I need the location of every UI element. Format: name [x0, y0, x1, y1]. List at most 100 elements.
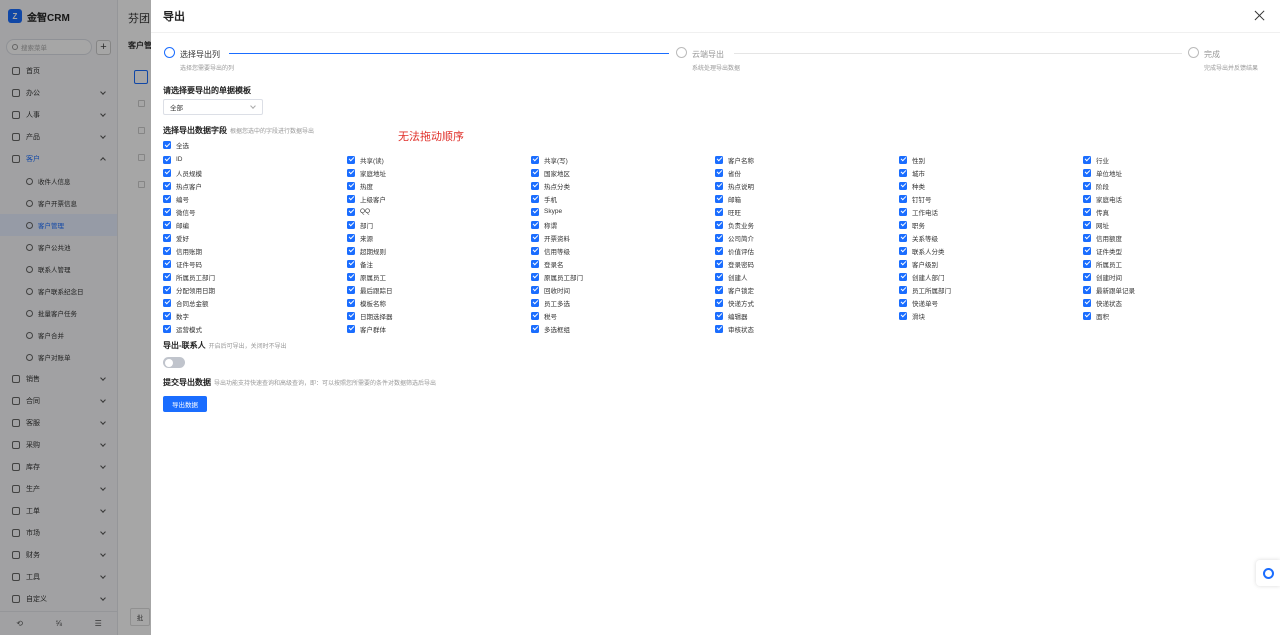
export-field-checkbox[interactable]: 行业: [1083, 153, 1267, 166]
export-field-checkbox[interactable]: 员工所属部门: [899, 283, 1083, 296]
export-field-checkbox[interactable]: 创建时间: [1083, 270, 1267, 283]
export-field-checkbox[interactable]: 滑块: [899, 309, 1083, 322]
export-field-checkbox[interactable]: 最新跟单记录: [1083, 283, 1267, 296]
export-field-checkbox[interactable]: 原属员工: [347, 270, 531, 283]
export-field-checkbox[interactable]: 热点客户: [163, 179, 347, 192]
export-field-checkbox[interactable]: 信用额度: [1083, 231, 1267, 244]
export-field-checkbox[interactable]: 超期规则: [347, 244, 531, 257]
export-field-checkbox[interactable]: 关系等级: [899, 231, 1083, 244]
export-field-checkbox[interactable]: 工作电话: [899, 205, 1083, 218]
export-contacts-toggle[interactable]: [163, 357, 185, 368]
export-field-checkbox[interactable]: 快递单号: [899, 296, 1083, 309]
export-field-checkbox[interactable]: 负责业务: [715, 218, 899, 231]
export-field-checkbox[interactable]: QQ: [347, 205, 531, 218]
export-field-checkbox[interactable]: 信用等级: [531, 244, 715, 257]
export-field-checkbox[interactable]: 客户级别: [899, 257, 1083, 270]
template-select[interactable]: 全部: [163, 99, 263, 115]
export-field-checkbox[interactable]: 国家地区: [531, 166, 715, 179]
export-field-checkbox[interactable]: 原属员工部门: [531, 270, 715, 283]
export-field-checkbox[interactable]: 员工多选: [531, 296, 715, 309]
export-field-checkbox[interactable]: 审核状态: [715, 322, 899, 335]
export-field-checkbox[interactable]: 家庭地址: [347, 166, 531, 179]
export-field-checkbox[interactable]: 热点说明: [715, 179, 899, 192]
export-field-checkbox[interactable]: 单位地址: [1083, 166, 1267, 179]
export-field-checkbox[interactable]: 日期选择器: [347, 309, 531, 322]
export-field-checkbox[interactable]: 邮箱: [715, 192, 899, 205]
checkbox-checked-icon: [347, 298, 355, 307]
floating-assistant-button[interactable]: [1256, 560, 1280, 586]
export-field-checkbox[interactable]: 种类: [899, 179, 1083, 192]
export-field-checkbox[interactable]: 信用账期: [163, 244, 347, 257]
export-field-checkbox[interactable]: 税号: [531, 309, 715, 322]
export-field-checkbox[interactable]: Skype: [531, 205, 715, 218]
checkbox-checked-icon: [531, 233, 539, 242]
export-field-checkbox[interactable]: 证件类型: [1083, 244, 1267, 257]
export-field-checkbox[interactable]: 开票资料: [531, 231, 715, 244]
export-field-checkbox[interactable]: 爱好: [163, 231, 347, 244]
export-field-label: 创建人: [728, 274, 748, 282]
export-field-checkbox[interactable]: 部门: [347, 218, 531, 231]
export-field-checkbox[interactable]: 快递方式: [715, 296, 899, 309]
export-field-checkbox[interactable]: 多选框组: [531, 322, 715, 335]
export-field-checkbox[interactable]: 所属员工部门: [163, 270, 347, 283]
export-field-checkbox[interactable]: 职务: [899, 218, 1083, 231]
export-field-checkbox[interactable]: 城市: [899, 166, 1083, 179]
checkbox-checked-icon: [531, 220, 539, 229]
export-field-checkbox[interactable]: 证件号码: [163, 257, 347, 270]
close-icon[interactable]: [1254, 10, 1266, 22]
export-field-checkbox[interactable]: 阶段: [1083, 179, 1267, 192]
export-field-checkbox[interactable]: 运营模式: [163, 322, 347, 335]
export-field-checkbox[interactable]: 网址: [1083, 218, 1267, 231]
export-field-checkbox[interactable]: 模板名称: [347, 296, 531, 309]
export-field-checkbox[interactable]: 性别: [899, 153, 1083, 166]
export-field-checkbox[interactable]: 家庭电话: [1083, 192, 1267, 205]
export-field-checkbox[interactable]: 价值评估: [715, 244, 899, 257]
export-field-checkbox[interactable]: 热点分类: [531, 179, 715, 192]
export-field-checkbox[interactable]: 旺旺: [715, 205, 899, 218]
export-field-checkbox[interactable]: ID: [163, 153, 347, 166]
select-all-checkbox[interactable]: 全选: [163, 140, 189, 150]
export-field-checkbox[interactable]: 客户锁定: [715, 283, 899, 296]
export-field-checkbox[interactable]: 客户群体: [347, 322, 531, 335]
export-field-checkbox[interactable]: 称谓: [531, 218, 715, 231]
export-field-checkbox[interactable]: 合同总金额: [163, 296, 347, 309]
export-field-checkbox[interactable]: 共享(读): [347, 153, 531, 166]
export-field-checkbox[interactable]: 分配领用日期: [163, 283, 347, 296]
export-field-checkbox[interactable]: 热度: [347, 179, 531, 192]
export-field-checkbox[interactable]: 省份: [715, 166, 899, 179]
export-field-checkbox[interactable]: 微信号: [163, 205, 347, 218]
export-field-checkbox[interactable]: 来源: [347, 231, 531, 244]
export-field-checkbox[interactable]: 创建人部门: [899, 270, 1083, 283]
export-field-label: 称谓: [544, 222, 557, 230]
export-field-checkbox[interactable]: 邮编: [163, 218, 347, 231]
export-field-checkbox[interactable]: 传真: [1083, 205, 1267, 218]
export-field-checkbox[interactable]: 登录名: [531, 257, 715, 270]
export-field-checkbox[interactable]: 编号: [163, 192, 347, 205]
export-field-checkbox[interactable]: 所属员工: [1083, 257, 1267, 270]
export-field-label: 共享(读): [360, 157, 384, 165]
export-field-checkbox[interactable]: 创建人: [715, 270, 899, 283]
export-field-label: 行业: [1096, 157, 1109, 165]
export-field-checkbox[interactable]: 数字: [163, 309, 347, 322]
export-field-checkbox[interactable]: 编辑器: [715, 309, 899, 322]
checkbox-checked-icon: [163, 168, 171, 177]
export-field-checkbox[interactable]: 手机: [531, 192, 715, 205]
export-field-checkbox[interactable]: 公司简介: [715, 231, 899, 244]
export-data-button[interactable]: 导出数据: [163, 396, 207, 412]
export-field-checkbox[interactable]: 回收时间: [531, 283, 715, 296]
export-field-checkbox[interactable]: 最后跟踪日: [347, 283, 531, 296]
export-steps: 选择导出列 选择您需要导出的列 云端导出 系统处理导出数据 完成 完成导出并反馈…: [164, 46, 1270, 76]
export-field-checkbox[interactable]: 面积: [1083, 309, 1267, 322]
export-field-checkbox[interactable]: 共享(写): [531, 153, 715, 166]
export-field-checkbox[interactable]: 快递状态: [1083, 296, 1267, 309]
export-field-checkbox[interactable]: 钉钉号: [899, 192, 1083, 205]
export-field-checkbox[interactable]: 人员规模: [163, 166, 347, 179]
step-connector: [734, 53, 1182, 54]
export-field-checkbox[interactable]: 登录密码: [715, 257, 899, 270]
export-field-checkbox[interactable]: 上级客户: [347, 192, 531, 205]
export-field-checkbox[interactable]: 联系人分类: [899, 244, 1083, 257]
export-field-checkbox[interactable]: 客户名称: [715, 153, 899, 166]
export-field-checkbox[interactable]: 备注: [347, 257, 531, 270]
checkbox-checked-icon: [899, 155, 907, 164]
export-field-label: 来源: [360, 235, 373, 243]
